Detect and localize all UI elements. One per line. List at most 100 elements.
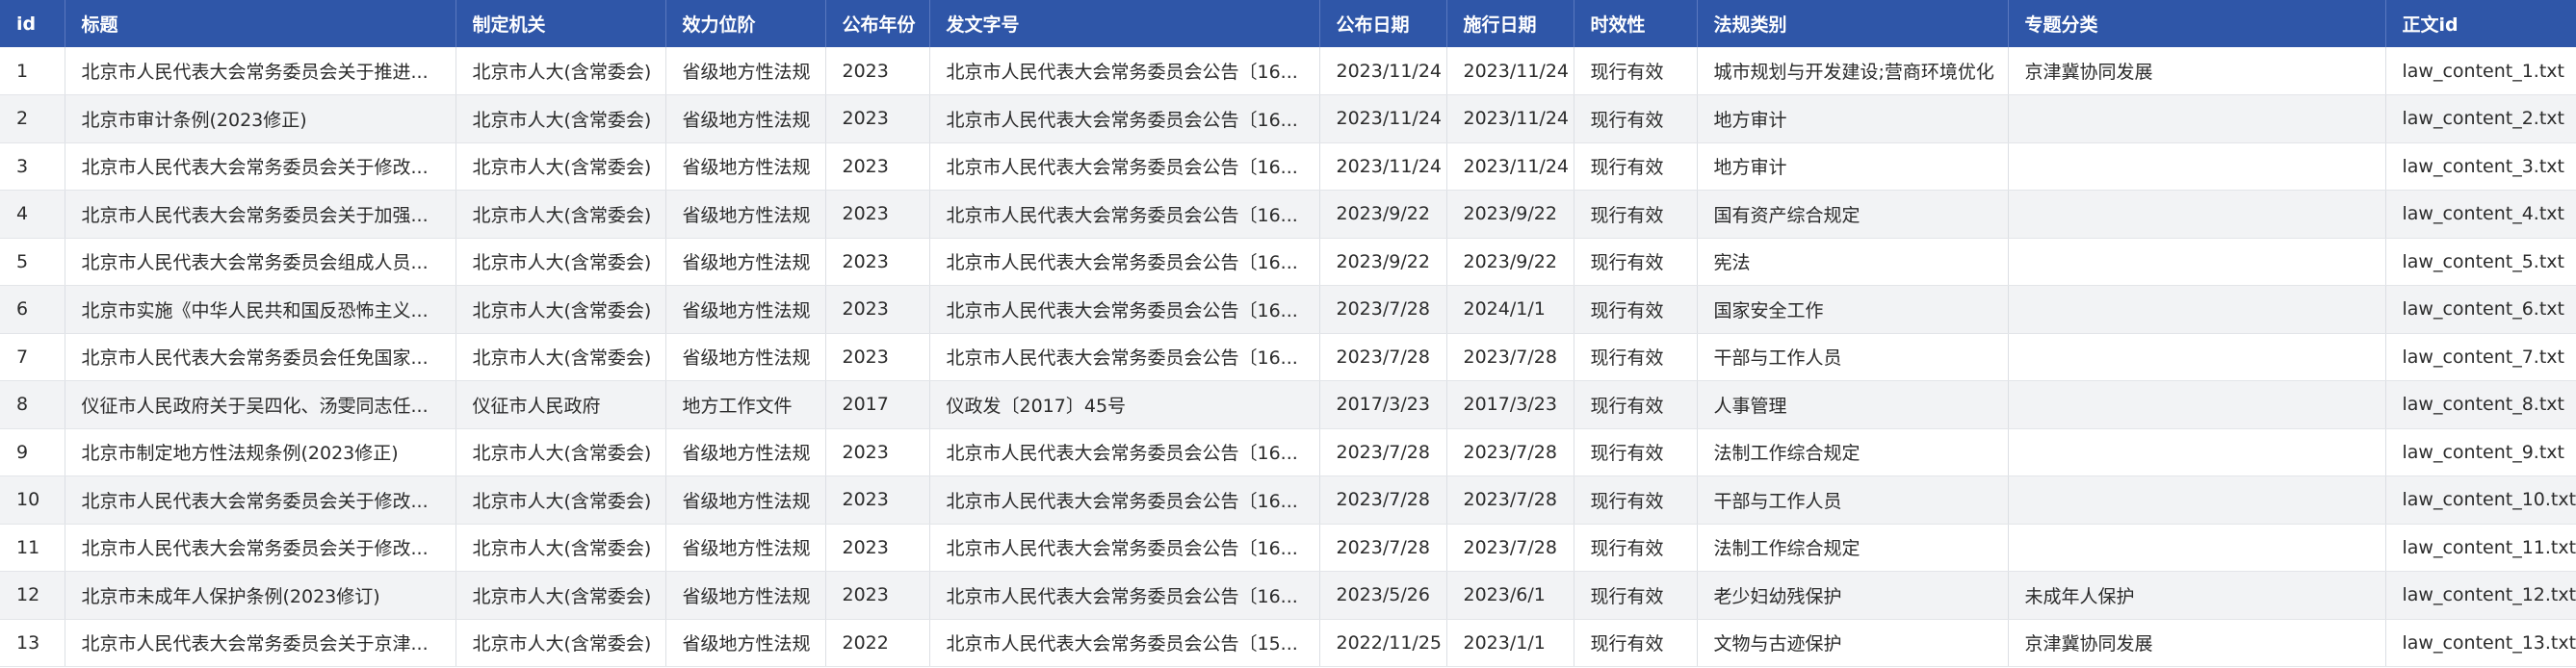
cell-issuing-authority: 北京市人大(含常委会) [455,475,666,525]
cell-id: 12 [0,571,65,620]
cell-effective-date: 2023/7/28 [1446,524,1574,572]
cell-validity: 现行有效 [1574,142,1698,191]
cell-regulation-category: 干部与工作人员 [1697,475,2009,525]
cell-topic-category [2008,380,2386,429]
cell-content-id: law_content_9.txt [2385,428,2576,476]
cell-document-number: 北京市人民代表大会常务委员会公告〔15... [929,619,1320,667]
table-row[interactable]: 7 北京市人民代表大会常务委员会任免国家... 北京市人大(含常委会) 省级地方性法规… [0,333,2576,381]
column-header-document-number[interactable]: 发文字号 [929,0,1320,47]
column-header-id[interactable]: id [0,0,65,47]
cell-title: 北京市实施《中华人民共和国反恐怖主义... [65,285,456,334]
cell-id: 3 [0,142,65,191]
table-row[interactable]: 1 北京市人民代表大会常务委员会关于推进... 北京市人大(含常委会) 省级地方性法规… [0,47,2576,95]
cell-publish-year: 2023 [825,285,930,334]
cell-legal-level: 省级地方性法规 [665,428,826,476]
cell-validity: 现行有效 [1574,380,1698,429]
column-header-effective-date[interactable]: 施行日期 [1446,0,1574,47]
cell-document-number: 北京市人民代表大会常务委员会公告〔16... [929,475,1320,525]
table-body: 1 北京市人民代表大会常务委员会关于推进... 北京市人大(含常委会) 省级地方性法规… [0,47,2576,667]
table-row[interactable]: 8 仪征市人民政府关于吴四化、汤雯同志任... 仪征市人民政府 地方工作文件 2017 仪… [0,380,2576,429]
table-row[interactable]: 4 北京市人民代表大会常务委员会关于加强... 北京市人大(含常委会) 省级地方性法规… [0,190,2576,239]
table-row[interactable]: 5 北京市人民代表大会常务委员会组成人员... 北京市人大(含常委会) 省级地方性法规… [0,238,2576,286]
cell-validity: 现行有效 [1574,285,1698,334]
cell-issuing-authority: 北京市人大(含常委会) [455,190,666,239]
cell-validity: 现行有效 [1574,619,1698,667]
cell-regulation-category: 法制工作综合规定 [1697,524,2009,572]
cell-id: 4 [0,190,65,239]
cell-id: 2 [0,94,65,143]
table-row[interactable]: 9 北京市制定地方性法规条例(2023修正) 北京市人大(含常委会) 省级地方性法规 2… [0,428,2576,476]
cell-content-id: law_content_7.txt [2385,333,2576,381]
table-row[interactable]: 11 北京市人民代表大会常务委员会关于修改... 北京市人大(含常委会) 省级地方性法… [0,524,2576,572]
cell-effective-date: 2023/9/22 [1446,190,1574,239]
table-header: id 标题 制定机关 效力位阶 公布年份 发文字号 公布日期 施行日期 时效性 法规类别 专题分类正… [0,0,2576,47]
cell-legal-level: 省级地方性法规 [665,190,826,239]
cell-publish-date: 2023/7/28 [1319,524,1447,572]
cell-content-id: law_content_6.txt [2385,285,2576,334]
cell-topic-category [2008,190,2386,239]
cell-effective-date: 2023/9/22 [1446,238,1574,286]
table-row[interactable]: 2 北京市审计条例(2023修正) 北京市人大(含常委会) 省级地方性法规 2023 北京… [0,94,2576,143]
cell-legal-level: 省级地方性法规 [665,238,826,286]
cell-issuing-authority: 北京市人大(含常委会) [455,333,666,381]
table-row[interactable]: 3 北京市人民代表大会常务委员会关于修改... 北京市人大(含常委会) 省级地方性法规… [0,142,2576,191]
cell-publish-year: 2023 [825,428,930,476]
column-header-topic-category[interactable]: 专题分类 [2008,0,2386,47]
cell-topic-category [2008,142,2386,191]
table-row[interactable]: 13 北京市人民代表大会常务委员会关于京津... 北京市人大(含常委会) 省级地方性法… [0,619,2576,667]
cell-regulation-category: 地方审计 [1697,142,2009,191]
cell-regulation-category: 法制工作综合规定 [1697,428,2009,476]
cell-validity: 现行有效 [1574,333,1698,381]
cell-topic-category [2008,333,2386,381]
cell-effective-date: 2023/1/1 [1446,619,1574,667]
cell-content-id: law_content_3.txt [2385,142,2576,191]
column-header-publish-date[interactable]: 公布日期 [1319,0,1447,47]
cell-publish-year: 2023 [825,333,930,381]
cell-validity: 现行有效 [1574,238,1698,286]
cell-publish-date: 2023/7/28 [1319,285,1447,334]
cell-title: 北京市人民代表大会常务委员会关于修改... [65,475,456,525]
cell-document-number: 北京市人民代表大会常务委员会公告〔16... [929,142,1320,191]
cell-legal-level: 省级地方性法规 [665,571,826,620]
cell-content-id: law_content_2.txt [2385,94,2576,143]
table-row[interactable]: 6 北京市实施《中华人民共和国反恐怖主义... 北京市人大(含常委会) 省级地方性法规… [0,285,2576,334]
cell-issuing-authority: 北京市人大(含常委会) [455,94,666,143]
cell-title: 北京市人民代表大会常务委员会关于加强... [65,190,456,239]
cell-topic-category [2008,428,2386,476]
cell-effective-date: 2024/1/1 [1446,285,1574,334]
cell-topic-category [2008,285,2386,334]
cell-id: 9 [0,428,65,476]
cell-topic-category [2008,475,2386,525]
cell-content-id: law_content_4.txt [2385,190,2576,239]
column-header-legal-level[interactable]: 效力位阶 [665,0,826,47]
table-row[interactable]: 12 北京市未成年人保护条例(2023修订) 北京市人大(含常委会) 省级地方性法规 2… [0,571,2576,620]
cell-issuing-authority: 北京市人大(含常委会) [455,285,666,334]
cell-effective-date: 2023/11/24 [1446,142,1574,191]
cell-publish-date: 2023/7/28 [1319,333,1447,381]
cell-effective-date: 2017/3/23 [1446,380,1574,429]
cell-topic-category: 未成年人保护 [2008,571,2386,620]
header-row: id 标题 制定机关 效力位阶 公布年份 发文字号 公布日期 施行日期 时效性 法规类别 专题分类正… [0,0,2576,47]
cell-regulation-category: 国家安全工作 [1697,285,2009,334]
cell-publish-date: 2017/3/23 [1319,380,1447,429]
cell-id: 8 [0,380,65,429]
cell-legal-level: 省级地方性法规 [665,333,826,381]
cell-legal-level: 省级地方性法规 [665,619,826,667]
column-header-publish-year[interactable]: 公布年份 [825,0,930,47]
cell-regulation-category: 干部与工作人员 [1697,333,2009,381]
cell-regulation-category: 国有资产综合规定 [1697,190,2009,239]
table-row[interactable]: 10 北京市人民代表大会常务委员会关于修改... 北京市人大(含常委会) 省级地方性法… [0,475,2576,525]
cell-document-number: 北京市人民代表大会常务委员会公告〔16... [929,428,1320,476]
cell-publish-year: 2022 [825,619,930,667]
cell-issuing-authority: 北京市人大(含常委会) [455,524,666,572]
cell-validity: 现行有效 [1574,428,1698,476]
column-header-title[interactable]: 标题 [65,0,456,47]
cell-effective-date: 2023/11/24 [1446,47,1574,95]
column-header-content-id[interactable]: 正文id [2385,0,2576,47]
column-header-validity[interactable]: 时效性 [1574,0,1698,47]
cell-validity: 现行有效 [1574,190,1698,239]
cell-legal-level: 省级地方性法规 [665,47,826,95]
cell-effective-date: 2023/7/28 [1446,475,1574,525]
column-header-regulation-category[interactable]: 法规类别 [1697,0,2009,47]
column-header-issuing-authority[interactable]: 制定机关 [455,0,666,47]
